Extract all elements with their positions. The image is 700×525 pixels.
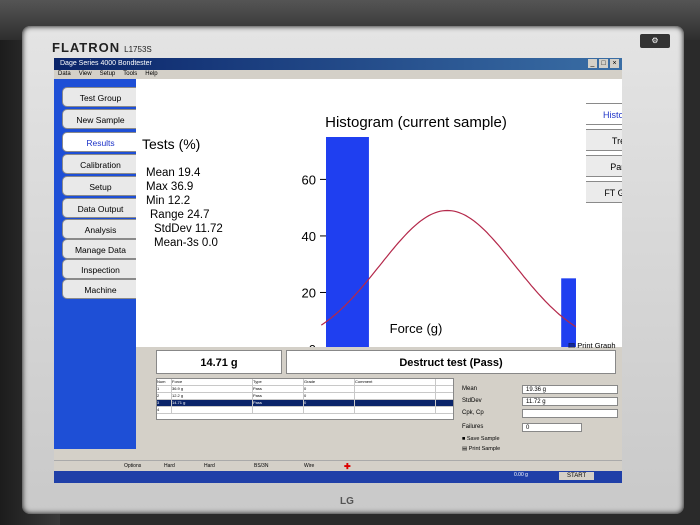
- monitor-brand: FLATRON L1753S: [52, 40, 152, 55]
- stat-max: Max 36.9: [146, 181, 193, 193]
- nav-calibration[interactable]: Calibration: [62, 154, 138, 174]
- load-readout: 0.00 g: [514, 472, 528, 478]
- table-header-row: Num Force Type Grade Comment: [157, 379, 453, 386]
- stat-min: Min 12.2: [146, 195, 190, 207]
- app-screen: Dage Series 4000 Bondtester _ □ × Data V…: [54, 58, 622, 483]
- nav-inspection[interactable]: Inspection: [62, 259, 138, 279]
- stat-mean: Mean 19.4: [146, 167, 201, 179]
- monitor-logo: LG: [340, 496, 354, 507]
- test-status: Destruct test (Pass): [286, 350, 616, 374]
- table-row[interactable]: 4: [157, 407, 453, 414]
- menu-data[interactable]: Data: [58, 70, 71, 79]
- chart-title: Histogram (current sample): [325, 114, 507, 131]
- stat-mean-3s: Mean-3s 0.0: [154, 237, 218, 249]
- y-tick-label-0: 0: [309, 342, 316, 347]
- histogram-chart: Histogram (current sample) Tests (%) Mea…: [142, 114, 576, 347]
- results-table[interactable]: Num Force Type Grade Comment 1 36.9 g Pass…: [156, 378, 454, 420]
- nav-analysis[interactable]: Analysis: [62, 219, 138, 239]
- stats-heading: Tests (%): [142, 136, 200, 152]
- menu-tools[interactable]: Tools: [123, 70, 137, 79]
- mean-value: 19.36 g: [522, 385, 618, 394]
- tab-ft-graph[interactable]: FT Graph: [586, 181, 622, 203]
- tab-pareto[interactable]: Pareto: [586, 155, 622, 177]
- window-controls: _ □ ×: [588, 59, 619, 68]
- histogram-bar-1: [561, 278, 576, 347]
- close-button[interactable]: ×: [610, 59, 619, 68]
- stddev-label: StdDev: [462, 398, 482, 404]
- histogram-panel: Histogram (current sample) Tests (%) Mea…: [136, 79, 622, 350]
- printer-icon: ▤: [462, 446, 468, 452]
- stddev-value: 11.72 g: [522, 397, 618, 406]
- nav-data-output[interactable]: Data Output: [62, 198, 138, 218]
- taskbar: 0.00 g START: [54, 471, 622, 483]
- menu-view[interactable]: View: [79, 70, 92, 79]
- nav-machine[interactable]: Machine: [62, 279, 138, 299]
- window-title: Dage Series 4000 Bondtester: [60, 60, 152, 67]
- tab-trend[interactable]: Trend: [586, 129, 622, 151]
- x-axis-label: Force (g): [390, 321, 443, 336]
- stat-stddev: StdDev 11.72: [154, 223, 223, 235]
- save-sample-button[interactable]: ■ Save Sample: [462, 436, 500, 442]
- nav-setup[interactable]: Setup: [62, 176, 138, 196]
- cpk-value: [522, 409, 618, 418]
- monitor-badge: ⚙: [640, 34, 670, 48]
- nav-test-group[interactable]: Test Group: [62, 87, 138, 107]
- table-row[interactable]: 2 12.2 g Pass 0: [157, 393, 453, 400]
- menu-setup[interactable]: Setup: [100, 70, 116, 79]
- minimize-button[interactable]: _: [588, 59, 597, 68]
- save-icon: ■: [462, 436, 466, 442]
- current-force-value: 14.71 g: [156, 350, 282, 374]
- histogram-bar-0: [326, 137, 369, 347]
- failures-value: 0: [522, 423, 582, 432]
- stat-range: Range 24.7: [150, 209, 209, 221]
- maximize-button[interactable]: □: [599, 59, 608, 68]
- menu-help[interactable]: Help: [145, 70, 157, 79]
- y-tick-label-1: 20: [302, 285, 316, 300]
- y-tick-label-2: 40: [302, 229, 316, 244]
- nav-new-sample[interactable]: New Sample: [62, 109, 138, 129]
- menu-bar: Data View Setup Tools Help: [54, 70, 622, 79]
- left-nav-panel: Test Group New Sample Results Calibratio…: [54, 79, 138, 449]
- table-row[interactable]: 3 14.71 g Pass 0: [157, 400, 453, 407]
- tab-histogram[interactable]: Histogram: [586, 103, 622, 125]
- window-titlebar: Dage Series 4000 Bondtester _ □ ×: [54, 58, 622, 70]
- table-row[interactable]: 1 36.9 g Pass 0: [157, 386, 453, 393]
- start-button[interactable]: START: [559, 472, 595, 480]
- cpk-label: Cpk, Cp: [462, 410, 484, 416]
- nav-results[interactable]: Results: [62, 132, 138, 152]
- y-tick-label-3: 60: [302, 172, 316, 187]
- print-sample-button[interactable]: ▤ Print Sample: [462, 446, 500, 452]
- failures-label: Failures: [462, 424, 484, 430]
- mean-label: Mean: [462, 386, 478, 392]
- results-panel: 14.71 g Destruct test (Pass) Num Force T…: [154, 348, 622, 458]
- nav-manage-data[interactable]: Manage Data: [62, 239, 138, 259]
